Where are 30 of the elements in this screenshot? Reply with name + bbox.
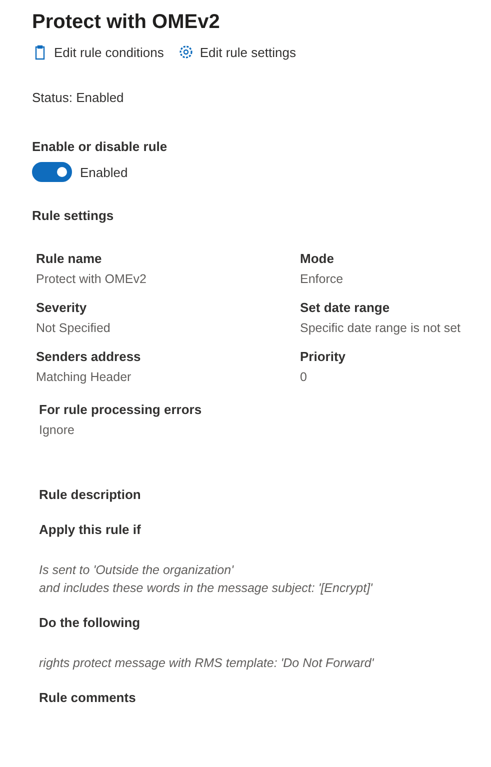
field-value: Specific date range is not set xyxy=(300,321,462,335)
condition-text: Is sent to 'Outside the organization' xyxy=(39,563,235,577)
field-label: For rule processing errors xyxy=(39,402,203,417)
page-title: Protect with OMEv2 xyxy=(32,10,221,35)
field-label: Set date range xyxy=(300,300,391,315)
settings-icon xyxy=(178,44,194,60)
section-heading: Rule comments xyxy=(39,690,137,705)
field-label: Priority xyxy=(300,349,347,364)
toggle-state: Enabled xyxy=(80,164,128,180)
field-value: Enforce xyxy=(300,272,344,286)
field-label: Mode xyxy=(300,251,335,266)
section-heading: Rule settings xyxy=(32,208,115,223)
subsection-heading: Do the following xyxy=(39,615,142,630)
status-text: Status: Enabled xyxy=(32,90,125,105)
toggle-label: Enable or disable rule xyxy=(32,139,168,154)
condition-text: and includes these words in the message subject: '[Encrypt]' xyxy=(39,581,374,595)
edit-conditions-button[interactable]: Edit rule conditions xyxy=(32,44,164,60)
field-value: Protect with OMEv2 xyxy=(36,272,148,286)
field-value: Matching Header xyxy=(36,370,132,384)
section-heading: Rule description xyxy=(39,487,142,502)
field-value: Not Specified xyxy=(36,321,112,335)
field-value: Ignore xyxy=(39,423,76,437)
action-text: rights protect message with RMS template: 'Do Not Forward' xyxy=(39,656,375,670)
field-label: Rule name xyxy=(36,251,103,266)
subsection-heading: Apply this rule if xyxy=(39,522,142,537)
toggle-switch[interactable] xyxy=(32,162,72,182)
field-label: Senders address xyxy=(36,349,142,364)
field-label: Severity xyxy=(36,300,88,315)
field-value: 0 xyxy=(300,370,308,384)
edit-settings-button[interactable]: Edit rule settings xyxy=(178,44,296,60)
